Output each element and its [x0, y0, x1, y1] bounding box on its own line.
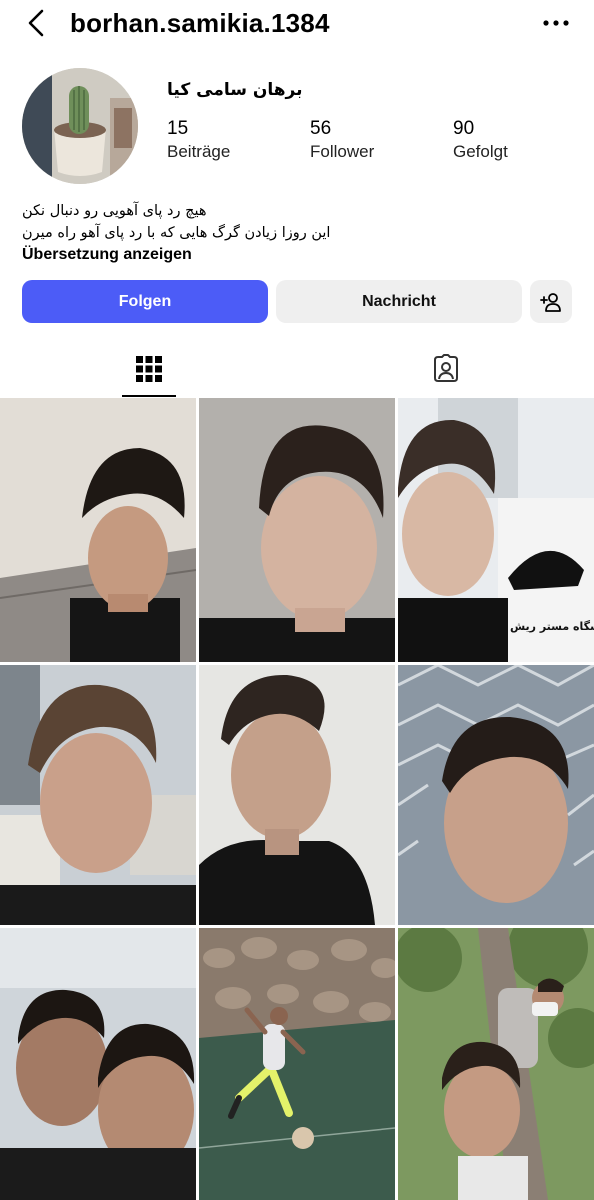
post-thumbnail[interactable] — [398, 665, 594, 925]
chevron-left-icon — [28, 9, 44, 37]
back-button[interactable] — [22, 8, 52, 38]
post-image — [398, 665, 594, 925]
profile-bio: هیچ رد پای آهویی رو دنبال نکن این روزا ز… — [22, 200, 330, 244]
post-image — [199, 398, 395, 662]
tab-tagged[interactable] — [297, 340, 594, 398]
profile-tabs — [0, 340, 594, 398]
stat-following-label: Gefolgt — [453, 142, 508, 161]
show-translation-link[interactable]: Übersetzung anzeigen — [22, 246, 192, 264]
more-horizontal-icon — [543, 20, 569, 26]
tagged-person-icon — [433, 354, 458, 382]
add-person-icon — [540, 292, 561, 312]
post-image — [398, 928, 594, 1200]
grid-icon — [135, 356, 162, 382]
active-tab-indicator — [122, 395, 176, 397]
profile-username: borhan.samikia.1384 — [70, 8, 330, 38]
tab-posts-grid[interactable] — [0, 340, 297, 398]
post-thumbnail[interactable] — [398, 928, 594, 1200]
more-options-button[interactable] — [540, 8, 572, 38]
stat-followers-value: 56 — [310, 118, 332, 139]
display-name: برهان سامی کیا — [167, 80, 303, 100]
stat-following[interactable]: 90 Gefolgt — [453, 118, 508, 162]
top-bar: borhan.samikia.1384 — [0, 0, 594, 48]
post-thumbnail[interactable] — [199, 928, 395, 1200]
post-image: پیرایشگاه مستر ریش — [398, 398, 594, 662]
post-thumbnail[interactable] — [0, 398, 196, 662]
post-thumbnail[interactable] — [199, 398, 395, 662]
suggest-users-button[interactable] — [530, 280, 572, 323]
shop-sign-text: پیرایشگاه مستر ریش — [510, 620, 594, 633]
follow-button[interactable]: Folgen — [22, 280, 268, 323]
post-image — [199, 665, 395, 925]
posts-grid: پیرایشگاه مستر ریش — [0, 398, 594, 1200]
post-image — [0, 398, 196, 662]
bio-line: هیچ رد پای آهویی رو دنبال نکن — [22, 203, 207, 219]
cactus-avatar-image — [22, 68, 138, 184]
message-button[interactable]: Nachricht — [276, 280, 522, 323]
stat-following-value: 90 — [453, 118, 475, 139]
bio-line: این روزا زیادن گرگ هایی که با رد پای آهو… — [22, 225, 331, 241]
stat-followers-label: Follower — [310, 142, 375, 161]
post-thumbnail[interactable] — [0, 928, 196, 1200]
post-thumbnail[interactable] — [0, 665, 196, 925]
post-image — [199, 928, 395, 1200]
profile-avatar[interactable] — [22, 68, 138, 184]
post-image — [0, 665, 196, 925]
post-image — [0, 928, 196, 1200]
post-thumbnail[interactable] — [199, 665, 395, 925]
post-thumbnail[interactable]: پیرایشگاه مستر ریش — [398, 398, 594, 662]
stat-posts-value: 15 — [167, 118, 189, 139]
stat-posts-label: Beiträge — [167, 142, 231, 161]
stat-followers[interactable]: 56 Follower — [310, 118, 374, 162]
stat-posts[interactable]: 15 Beiträge — [167, 118, 230, 162]
